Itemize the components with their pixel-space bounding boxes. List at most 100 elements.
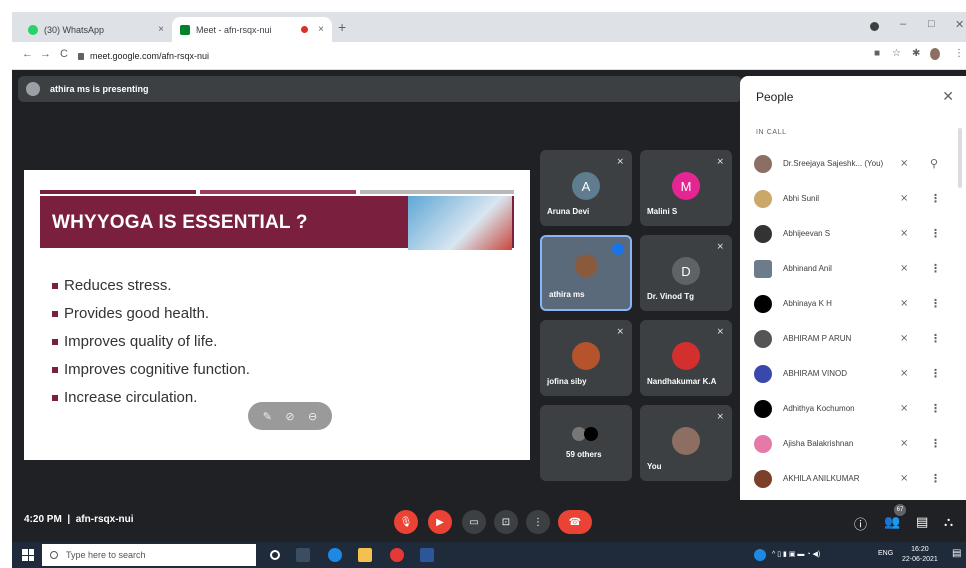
presenting-text: athira ms is presenting <box>50 84 149 94</box>
system-clock[interactable]: 16:20 22-06-2021 <box>902 545 938 565</box>
camera-toggle-button[interactable]: ▶ <box>428 510 452 534</box>
more-options-icon[interactable]: ⋮ <box>930 262 941 275</box>
more-options-icon[interactable]: ⋮ <box>930 402 941 415</box>
self-tile[interactable]: ⨯ You <box>640 405 732 481</box>
menu-icon[interactable]: ⋮ <box>954 48 964 59</box>
mic-off-icon[interactable]: ⨯ <box>900 368 908 379</box>
mic-off-icon[interactable]: ⨯ <box>900 333 908 344</box>
person-row[interactable]: Abhinand Anil ⨯ ⋮ <box>740 251 966 286</box>
taskbar-search-field[interactable]: Type here to search <box>42 544 256 566</box>
star-icon[interactable]: ☆ <box>892 48 901 59</box>
more-options-icon[interactable]: ⋮ <box>930 227 941 240</box>
mic-off-icon[interactable]: ⨯ <box>900 473 908 484</box>
cortana-icon[interactable] <box>270 550 280 560</box>
pin-icon[interactable]: ✎ <box>263 410 272 423</box>
more-options-icon[interactable]: ⋮ <box>930 367 941 380</box>
tab-whatsapp[interactable]: (30) WhatsApp × <box>20 17 172 42</box>
more-options-icon[interactable]: ⋮ <box>930 332 941 345</box>
more-options-icon[interactable]: ⋮ <box>930 472 941 485</box>
avatar <box>754 399 772 418</box>
participant-tile[interactable]: ⨯ D Dr. Vinod Tg <box>640 235 732 311</box>
people-icon[interactable]: 👥 <box>884 514 900 530</box>
participant-tile[interactable]: ⨯ jofina siby <box>540 320 632 396</box>
participant-tile[interactable]: ⨯ Nandhakumar K.A <box>640 320 732 396</box>
participant-tile-active[interactable]: athira ms <box>540 235 632 311</box>
person-row[interactable]: AKHILA ANILKUMAR ⨯ ⋮ <box>740 461 966 496</box>
meeting-details-icon[interactable]: ⓘ <box>854 514 867 533</box>
notifications-icon[interactable]: ▤ <box>952 548 961 559</box>
task-view-icon[interactable] <box>296 548 310 562</box>
person-row[interactable]: Abhi Sunil ⨯ ⋮ <box>740 181 966 216</box>
person-row[interactable]: Adhithya Kochumon ⨯ ⋮ <box>740 391 966 426</box>
file-explorer-icon[interactable] <box>358 548 372 562</box>
mic-off-icon: ⨯ <box>716 241 724 251</box>
tab-meet[interactable]: Meet - afn-rsqx-nui × <box>172 17 332 42</box>
forward-button[interactable]: → <box>40 48 51 60</box>
leave-call-button[interactable]: ☎ <box>558 510 592 534</box>
help-icon[interactable] <box>754 549 766 561</box>
person-row[interactable]: Abhinaya K H ⨯ ⋮ <box>740 286 966 321</box>
person-row[interactable]: Ajisha Balakrishnan ⨯ ⋮ <box>740 426 966 461</box>
person-row[interactable]: Dr.Sreejaya Sajeshk... (You) ⨯ ⚲ <box>740 146 966 181</box>
mic-off-icon[interactable]: ⨯ <box>900 193 908 204</box>
camera-off-icon: ▶ <box>436 516 444 528</box>
more-options-icon[interactable]: ⋮ <box>930 297 941 310</box>
new-tab-button[interactable]: + <box>338 19 346 35</box>
reload-button[interactable]: C <box>60 48 68 60</box>
pin-icon[interactable]: ⚲ <box>930 157 938 170</box>
more-options-icon[interactable]: ⋮ <box>930 192 941 205</box>
participant-tile[interactable]: ⨯ A Aruna Devi <box>540 150 632 226</box>
close-window-button[interactable]: ✕ <box>955 18 964 31</box>
participant-name: You <box>647 462 662 471</box>
meeting-time: 4:20 PM <box>24 514 62 525</box>
captions-button[interactable]: ▭ <box>462 510 486 534</box>
present-button[interactable]: ⊡ <box>494 510 518 534</box>
more-options-button[interactable]: ⋮ <box>526 510 550 534</box>
avatar <box>754 189 772 208</box>
chrome-icon[interactable] <box>390 548 404 562</box>
more-options-icon[interactable]: ⋮ <box>930 437 941 450</box>
close-tab-icon[interactable]: × <box>158 24 164 35</box>
avatar <box>754 469 772 488</box>
activities-icon[interactable]: ⛬ <box>944 514 953 530</box>
account-icon[interactable] <box>870 22 879 31</box>
minimize-button[interactable]: – <box>900 18 906 30</box>
windows-start-icon[interactable] <box>22 549 34 561</box>
camera-icon[interactable]: ■ <box>874 48 880 59</box>
extensions-icon[interactable]: ✱ <box>912 48 920 59</box>
tray-icons[interactable]: ^ ▯ ▮ ▣ ▬ ◔ ◀) <box>772 550 820 558</box>
others-tile[interactable]: 59 others <box>540 405 632 481</box>
mute-icon[interactable]: ⊘ <box>285 410 294 423</box>
mic-off-icon[interactable]: ⨯ <box>900 298 908 309</box>
speaking-icon <box>612 243 624 255</box>
back-button[interactable]: ← <box>22 48 33 60</box>
mic-off-icon[interactable]: ⨯ <box>900 228 908 239</box>
section-label: IN CALL <box>756 129 787 136</box>
close-tab-icon[interactable]: × <box>318 24 324 35</box>
chat-icon[interactable]: ▤ <box>916 514 928 530</box>
mic-off-icon[interactable]: ⨯ <box>900 263 908 274</box>
people-title: People <box>756 90 794 104</box>
restore-button[interactable]: □ <box>928 18 935 30</box>
participant-name: Malini S <box>647 207 678 216</box>
person-row[interactable]: ABHIRAM VINOD ⨯ ⋮ <box>740 356 966 391</box>
presentation-slide: WHYYOGA IS ESSENTIAL ? Reduces stress. P… <box>24 170 530 460</box>
word-icon[interactable] <box>420 548 434 562</box>
avatar <box>672 427 700 455</box>
participant-tile[interactable]: ⨯ M Malini S <box>640 150 732 226</box>
person-name: ABHIRAM P ARUN <box>783 334 852 343</box>
remove-icon[interactable]: ⊖ <box>308 410 317 423</box>
person-row[interactable]: ABHIRAM P ARUN ⨯ ⋮ <box>740 321 966 356</box>
profile-icon[interactable] <box>930 48 940 60</box>
mic-off-icon: ⨯ <box>716 411 724 421</box>
edge-icon[interactable] <box>328 548 342 562</box>
mic-off-icon[interactable]: ⨯ <box>900 403 908 414</box>
mic-off-icon[interactable]: ⨯ <box>900 158 908 169</box>
mic-off-icon: ⨯ <box>616 156 624 166</box>
close-panel-button[interactable]: ✕ <box>942 88 954 105</box>
url-field[interactable]: meet.google.com/afn-rsqx-nui <box>78 46 858 66</box>
language-indicator[interactable]: ENG <box>878 550 893 557</box>
mic-off-icon[interactable]: ⨯ <box>900 438 908 449</box>
mic-toggle-button[interactable]: 🎙 <box>394 510 418 534</box>
person-row[interactable]: Abhijeevan S ⨯ ⋮ <box>740 216 966 251</box>
